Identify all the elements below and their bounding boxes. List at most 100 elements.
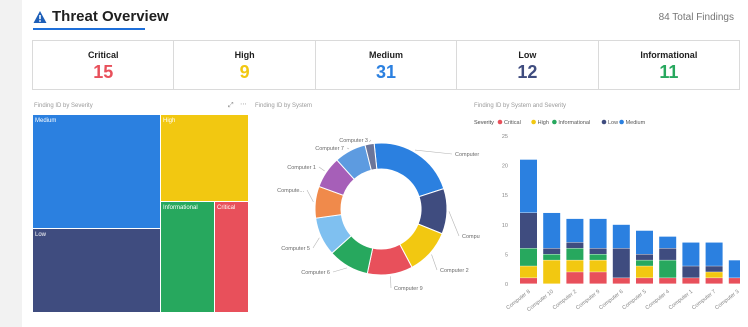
bar-segment[interactable] bbox=[705, 242, 723, 266]
bar-segment[interactable] bbox=[520, 212, 537, 249]
bar-segment[interactable] bbox=[589, 272, 607, 284]
x-tick-label: Computer 5 bbox=[621, 289, 647, 311]
bar-segment[interactable] bbox=[636, 254, 653, 260]
stat-label: Critical bbox=[87, 50, 119, 60]
x-tick-label: Computer 1 bbox=[668, 289, 694, 311]
donut-leader-line bbox=[390, 276, 392, 289]
bar-segment[interactable] bbox=[682, 242, 700, 266]
stat-label: Medium bbox=[369, 50, 404, 60]
legend-label: Critical bbox=[504, 120, 521, 126]
bar-segment[interactable] bbox=[612, 248, 630, 278]
x-tick-label: Computer 7 bbox=[691, 289, 717, 311]
legend-marker bbox=[601, 119, 607, 125]
donut-title: Finding ID by System bbox=[255, 103, 313, 109]
donut-leader-line bbox=[312, 237, 320, 249]
bar-segment[interactable] bbox=[612, 224, 630, 249]
bar-segment[interactable] bbox=[682, 278, 700, 284]
stat-value: 9 bbox=[239, 62, 250, 82]
bar-segment[interactable] bbox=[543, 254, 561, 260]
bar-segment[interactable] bbox=[705, 272, 723, 278]
legend-title: Severity bbox=[474, 120, 494, 126]
bar-segment[interactable] bbox=[612, 278, 630, 284]
bar-segment[interactable] bbox=[659, 260, 677, 278]
donut-chart: Computer 8Compute...Computer 2Computer 9… bbox=[277, 138, 480, 292]
stat-critical[interactable]: Critical 15 bbox=[33, 41, 175, 89]
bar-segment[interactable] bbox=[682, 266, 700, 278]
stat-value: 12 bbox=[517, 62, 538, 82]
bar-segment[interactable] bbox=[543, 260, 561, 284]
bar-segment[interactable] bbox=[520, 266, 537, 278]
bar-segment[interactable] bbox=[589, 218, 607, 249]
y-tick-label: 25 bbox=[502, 134, 508, 140]
donut-leader-line bbox=[306, 189, 314, 203]
bar-segment[interactable] bbox=[636, 260, 653, 266]
treemap-title: Finding ID by Severity bbox=[34, 103, 93, 109]
tile-label: Informational bbox=[163, 205, 198, 211]
bar-segment[interactable] bbox=[659, 236, 677, 249]
x-tick-label: Computer 2 bbox=[552, 289, 578, 311]
bar-segment[interactable] bbox=[659, 278, 677, 284]
bar-segment[interactable] bbox=[705, 278, 723, 284]
tile-label: High bbox=[163, 118, 176, 124]
total-findings: 84 Total Findings bbox=[658, 12, 734, 23]
bar-segment[interactable] bbox=[589, 248, 607, 254]
stat-high[interactable]: High 9 bbox=[174, 41, 316, 89]
treemap-tile-informational[interactable]: Informational bbox=[161, 202, 214, 312]
donut-leader-line bbox=[368, 139, 372, 143]
tile-label: Critical bbox=[217, 205, 236, 211]
bar-segment[interactable] bbox=[543, 212, 561, 249]
donut-leader-line bbox=[346, 147, 350, 150]
stat-label: High bbox=[234, 50, 255, 60]
treemap-tile-low[interactable]: Low bbox=[33, 229, 160, 312]
treemap-tile-high[interactable]: High bbox=[161, 115, 248, 201]
tile-label: Low bbox=[35, 232, 47, 238]
stat-value: 11 bbox=[659, 62, 679, 82]
bar-segment[interactable] bbox=[566, 260, 584, 272]
bar-segment[interactable] bbox=[566, 218, 584, 243]
bar-segment[interactable] bbox=[566, 242, 584, 249]
stat-low[interactable]: Low 12 bbox=[457, 41, 599, 89]
warning-icon bbox=[33, 11, 47, 23]
bar-segment[interactable] bbox=[520, 159, 537, 213]
focus-mode-icon[interactable]: ⤢ bbox=[228, 102, 234, 110]
x-tick-label: Computer 4 bbox=[645, 289, 671, 311]
bar-segment[interactable] bbox=[589, 254, 607, 260]
bar-segment[interactable] bbox=[728, 278, 740, 284]
donut-slice-label: Computer 9 bbox=[394, 286, 423, 292]
page-title: Threat Overview bbox=[52, 8, 169, 25]
donut-slice[interactable] bbox=[373, 142, 445, 198]
treemap-tile-medium[interactable]: Medium bbox=[33, 115, 160, 228]
bar-segment[interactable] bbox=[520, 248, 537, 266]
stat-value: 15 bbox=[93, 62, 114, 82]
stat-informational[interactable]: Informational 11 bbox=[599, 41, 739, 89]
legend-marker bbox=[497, 119, 503, 125]
stat-label: Low bbox=[518, 50, 537, 60]
more-options-icon[interactable]: ⋯ bbox=[240, 100, 247, 108]
donut-slice-label: Computer 1 bbox=[287, 165, 316, 171]
stat-value: 31 bbox=[376, 62, 397, 82]
bar-segment[interactable] bbox=[728, 260, 740, 278]
y-tick-label: 0 bbox=[505, 282, 508, 288]
y-tick-label: 20 bbox=[502, 164, 508, 170]
y-tick-label: 10 bbox=[502, 223, 508, 229]
treemap-tile-critical[interactable]: Critical bbox=[215, 202, 248, 312]
bar-segment[interactable] bbox=[636, 230, 653, 254]
y-tick-label: 5 bbox=[505, 252, 508, 258]
legend-label: Medium bbox=[626, 120, 646, 126]
legend-marker bbox=[619, 119, 624, 125]
bar-segment[interactable] bbox=[636, 266, 653, 278]
bar-segment[interactable] bbox=[566, 272, 584, 284]
bar-segment[interactable] bbox=[589, 260, 607, 272]
bar-segment[interactable] bbox=[543, 248, 561, 254]
bar-segment[interactable] bbox=[520, 278, 537, 284]
stat-medium[interactable]: Medium 31 bbox=[316, 41, 458, 89]
title-underline bbox=[33, 28, 145, 30]
stat-label: Informational bbox=[640, 50, 698, 60]
bar-segment[interactable] bbox=[705, 266, 723, 272]
bar-segment[interactable] bbox=[659, 248, 677, 260]
legend-marker bbox=[552, 119, 557, 125]
x-tick-label: Computer 9 bbox=[575, 289, 601, 311]
donut-leader-line bbox=[431, 254, 438, 271]
bar-segment[interactable] bbox=[636, 278, 653, 284]
bar-segment[interactable] bbox=[566, 248, 584, 260]
